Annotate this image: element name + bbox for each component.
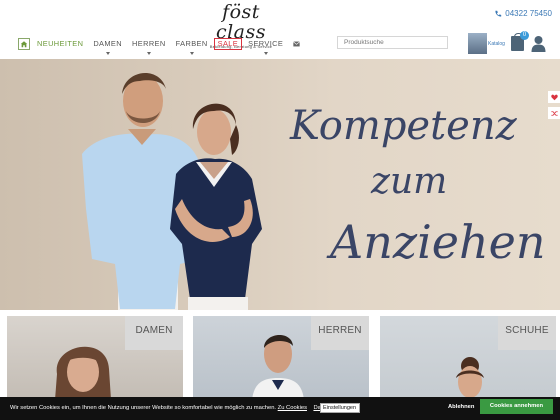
nav-item-farben[interactable]: FARBEN xyxy=(172,38,212,55)
nav-item-label: DAMEN xyxy=(93,39,123,48)
caret-down-icon xyxy=(146,52,151,55)
hero-banner[interactable]: Kompetenz zum Anziehen xyxy=(0,59,560,310)
slogan-line-1: Kompetenz xyxy=(290,103,517,149)
caret-down-icon xyxy=(105,52,110,55)
nav-item-label: FARBEN xyxy=(175,39,208,48)
home-button[interactable] xyxy=(18,38,30,50)
cookie-link[interactable]: Zu Cookies xyxy=(278,405,307,411)
caret-down-icon xyxy=(263,52,268,55)
category-label: SCHUHE xyxy=(498,316,556,350)
slogan-line-2: zum xyxy=(371,161,448,202)
slogan-line-3: Anziehen xyxy=(330,215,546,269)
nav-item-herren[interactable]: HERREN xyxy=(128,38,170,55)
home-icon xyxy=(20,41,28,48)
cookie-settings-select[interactable]: Einstellungen ▾ xyxy=(320,403,360,419)
nav-item-label: SALE xyxy=(217,39,239,48)
catalog-link[interactable]: Katalog xyxy=(488,41,505,47)
cookie-banner: Wir setzen Cookies ein, um Ihnen die Nut… xyxy=(0,397,560,420)
category-label: HERREN xyxy=(311,316,369,350)
hero-photo-models xyxy=(82,72,262,310)
nav-item-label: NEUHEITEN xyxy=(37,39,84,48)
category-photo xyxy=(456,357,484,398)
site-logo[interactable]: föst class Bekleidung, Beratung & Servic… xyxy=(196,2,286,49)
catalog-thumbnail[interactable] xyxy=(468,33,487,54)
nav-item-damen[interactable]: DAMEN xyxy=(89,38,126,55)
category-photo xyxy=(252,334,304,400)
nav-item-service[interactable]: SERVICE xyxy=(244,38,287,55)
logo-text: föst class xyxy=(215,1,267,43)
phone-link[interactable]: 04322 75450 xyxy=(494,9,552,18)
cookie-message: Wir setzen Cookies ein, um Ihnen die Nut… xyxy=(10,405,277,411)
category-photo xyxy=(55,346,111,400)
nav-item-sale[interactable]: SALE xyxy=(213,38,243,50)
shuffle-icon xyxy=(550,110,558,116)
main-navigation: NEUHEITEN DAMEN HERREN FARBEN SALE SERVI… xyxy=(18,37,301,55)
mail-icon[interactable] xyxy=(293,41,301,47)
search-input[interactable] xyxy=(337,36,448,49)
user-account-icon[interactable] xyxy=(531,35,546,52)
chevron-down-icon: ▾ xyxy=(323,413,326,419)
cart-count-badge: 0 xyxy=(520,31,529,40)
caret-down-icon xyxy=(189,52,194,55)
heart-icon xyxy=(550,94,558,100)
phone-number: 04322 75450 xyxy=(505,9,552,18)
category-label: DAMEN xyxy=(125,316,183,350)
cookie-accept-button[interactable]: Cookies annehmen xyxy=(480,399,553,414)
nav-item-label: SERVICE xyxy=(248,39,284,48)
cookie-text-wrap: Wir setzen Cookies ein, um Ihnen die Nut… xyxy=(10,405,346,411)
phone-icon xyxy=(495,10,502,17)
nav-item-neuheiten[interactable]: NEUHEITEN xyxy=(33,38,87,50)
category-tile-damen[interactable]: DAMEN xyxy=(7,316,183,400)
cookie-reject-button[interactable]: Ablehnen xyxy=(448,404,474,410)
category-tile-herren[interactable]: HERREN xyxy=(193,316,369,400)
cookie-settings-label: Einstellungen xyxy=(323,405,357,411)
wishlist-side-button[interactable] xyxy=(548,91,560,103)
category-tile-schuhe[interactable]: SCHUHE xyxy=(380,316,556,400)
compare-side-button[interactable] xyxy=(548,107,560,119)
nav-item-label: HERREN xyxy=(132,39,166,48)
